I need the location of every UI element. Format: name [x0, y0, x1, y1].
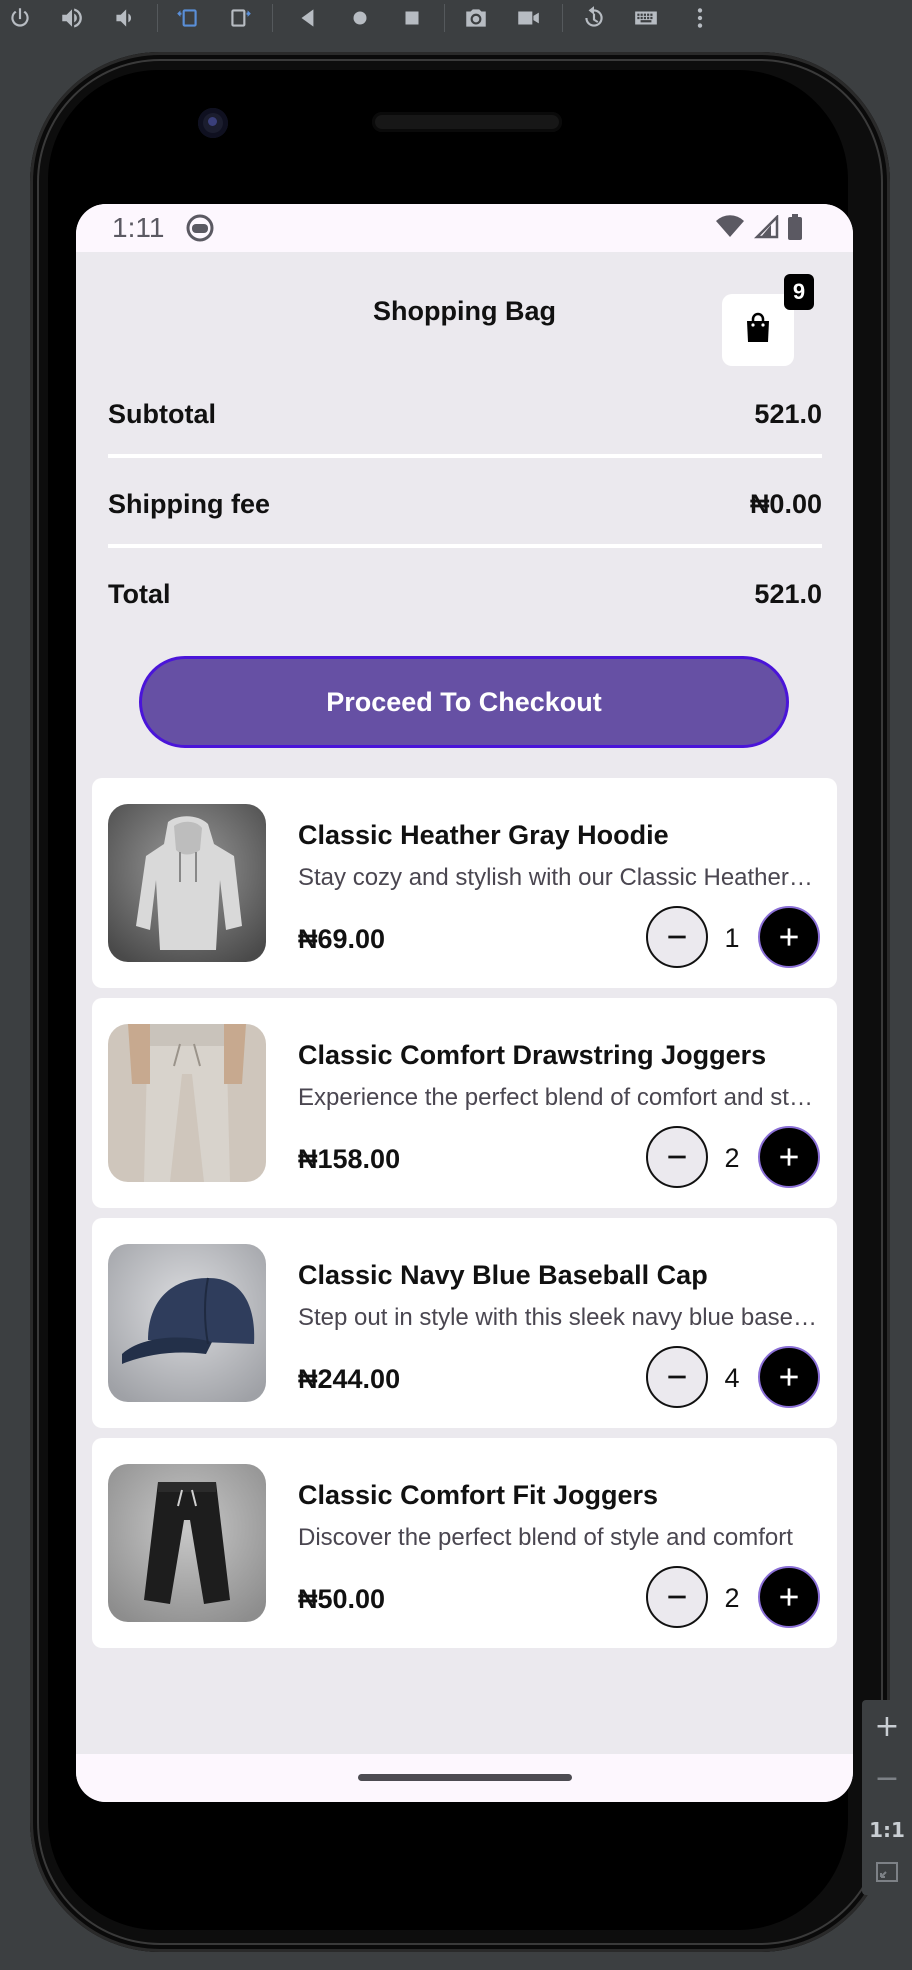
quantity-value: 2 [724, 1142, 740, 1173]
cart-item-card[interactable]: Classic Comfort Fit Joggers Discover the… [92, 1438, 837, 1648]
fit-screen-icon[interactable] [862, 1848, 912, 1896]
item-description: Stay cozy and stylish with our Classic H… [298, 864, 818, 891]
increase-quantity-button[interactable] [758, 1566, 820, 1628]
rotate-left-icon[interactable] [170, 0, 206, 36]
quantity-value: 4 [724, 1362, 740, 1393]
cart-item-card[interactable]: Classic Comfort Drawstring Joggers Exper… [92, 998, 837, 1208]
shopping-bag-icon [744, 312, 772, 349]
emulator-toolbar [0, 0, 912, 36]
item-description: Discover the perfect blend of style and … [298, 1524, 793, 1551]
zoom-ratio-button[interactable]: 1:1 [862, 1806, 912, 1854]
subtotal-label: Subtotal [108, 398, 216, 429]
shipping-value: ₦0.00 [749, 488, 822, 519]
decrease-quantity-button[interactable] [646, 1566, 708, 1628]
plus-icon [780, 928, 798, 946]
cellular-signal-icon [753, 213, 779, 244]
divider [108, 454, 822, 458]
product-image-baseball-cap [108, 1244, 266, 1402]
item-description: Step out in style with this sleek navy b… [298, 1304, 818, 1331]
cart-item-card[interactable]: Classic Heather Gray Hoodie Stay cozy an… [92, 778, 837, 988]
volume-up-icon[interactable] [54, 0, 90, 36]
decrease-quantity-button[interactable] [646, 1346, 708, 1408]
product-image-drawstring-joggers [108, 1024, 266, 1182]
item-price: ₦158.00 [298, 1144, 401, 1174]
back-icon[interactable] [290, 0, 326, 36]
increase-quantity-button[interactable] [758, 1126, 820, 1188]
power-icon[interactable] [2, 0, 38, 36]
subtotal-row: Subtotal 521.0 [108, 394, 822, 434]
item-title: Classic Comfort Fit Joggers [298, 1480, 659, 1510]
more-icon[interactable] [682, 0, 718, 36]
item-title: Classic Heather Gray Hoodie [298, 820, 669, 850]
zoom-out-button[interactable]: − [862, 1754, 912, 1802]
item-title: Classic Navy Blue Baseball Cap [298, 1260, 708, 1290]
decrease-quantity-button[interactable] [646, 906, 708, 968]
divider [108, 544, 822, 548]
battery-icon [787, 214, 803, 245]
item-description: Experience the perfect blend of comfort … [298, 1084, 818, 1111]
total-label: Total [108, 578, 171, 609]
camera-icon[interactable] [458, 0, 494, 36]
plus-icon [780, 1368, 798, 1386]
increase-quantity-button[interactable] [758, 1346, 820, 1408]
total-row: Total 521.0 [108, 574, 822, 614]
plus-icon [780, 1148, 798, 1166]
increase-quantity-button[interactable] [758, 906, 820, 968]
item-price: ₦69.00 [298, 924, 386, 954]
subtotal-value: 521.0 [754, 398, 822, 429]
volume-down-icon[interactable] [106, 0, 142, 36]
product-image-hoodie [108, 804, 266, 962]
status-time: 1:11 [112, 212, 165, 243]
front-camera-icon [198, 108, 228, 138]
item-title: Classic Comfort Drawstring Joggers [298, 1040, 767, 1070]
proceed-to-checkout-button[interactable]: Proceed To Checkout [139, 656, 789, 748]
wifi-icon [715, 215, 745, 244]
shipping-row: Shipping fee ₦0.00 [108, 484, 822, 524]
minus-icon [668, 935, 686, 939]
status-bar: 1:11 [76, 204, 853, 252]
quantity-value: 2 [724, 1582, 740, 1613]
home-gesture-handle[interactable] [358, 1774, 572, 1781]
home-icon[interactable] [342, 0, 378, 36]
replay-icon[interactable] [576, 0, 612, 36]
item-price: ₦50.00 [298, 1584, 386, 1614]
emulator-zoom-controls: + − 1:1 [862, 1700, 912, 1895]
status-icons [715, 213, 803, 245]
notification-icon [186, 214, 214, 242]
minus-icon [668, 1155, 686, 1159]
rotate-right-icon[interactable] [222, 0, 258, 36]
total-value: 521.0 [754, 578, 822, 609]
item-price: ₦244.00 [298, 1364, 401, 1394]
video-icon[interactable] [510, 0, 546, 36]
plus-icon [780, 1588, 798, 1606]
zoom-in-button[interactable]: + [862, 1702, 912, 1750]
product-image-comfort-fit-joggers [108, 1464, 266, 1622]
quantity-value: 1 [724, 922, 740, 953]
minus-icon [668, 1375, 686, 1379]
cart-item-card[interactable]: Classic Navy Blue Baseball Cap Step out … [92, 1218, 837, 1428]
earpiece-speaker [372, 112, 562, 132]
keyboard-icon[interactable] [628, 0, 664, 36]
shipping-label: Shipping fee [108, 488, 270, 519]
gesture-nav-bar [76, 1754, 853, 1802]
app-screen: 1:11 Shopping Bag 9 Subtotal 521.0 Shipp… [76, 204, 853, 1802]
minus-icon [668, 1595, 686, 1599]
decrease-quantity-button[interactable] [646, 1126, 708, 1188]
overview-icon[interactable] [394, 0, 430, 36]
bag-count-badge: 9 [784, 274, 814, 310]
